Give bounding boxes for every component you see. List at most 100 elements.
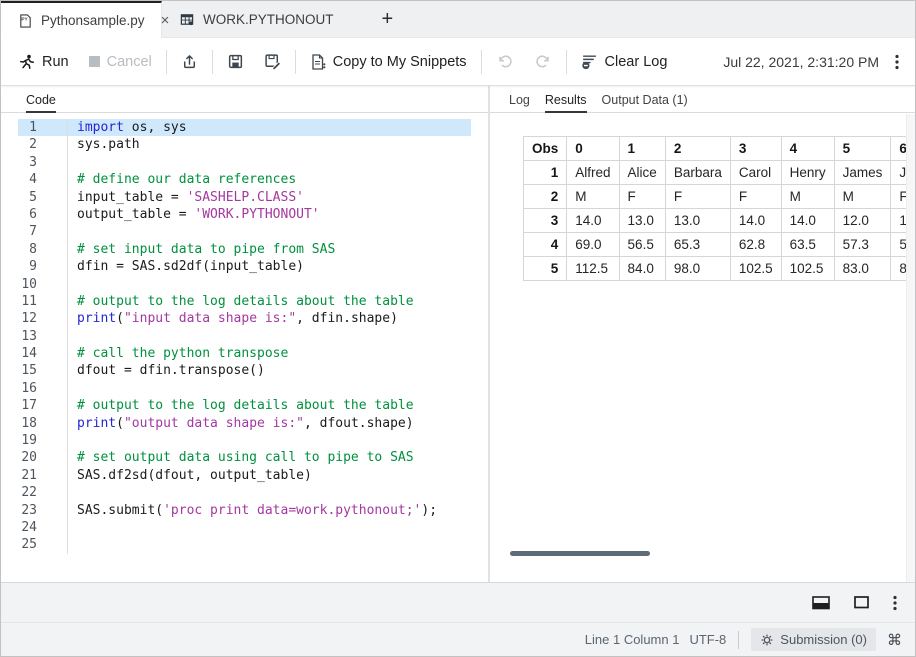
code-line-text: dfin = SAS.sd2df(input_table) xyxy=(67,258,471,275)
new-tab-button[interactable]: + xyxy=(374,1,402,37)
data-cell: F xyxy=(665,185,730,209)
data-cell: 84.0 xyxy=(619,257,665,281)
data-cell: F xyxy=(891,185,906,209)
code-line[interactable]: 22 xyxy=(18,484,471,501)
code-line[interactable]: 7 xyxy=(18,223,471,240)
undo-button[interactable] xyxy=(496,53,514,70)
table-header-row: Obs0123456 xyxy=(524,137,907,161)
line-number: 18 xyxy=(18,415,67,432)
code-panel-tabs: Code xyxy=(1,86,488,113)
code-line[interactable]: 17# output to the log details about the … xyxy=(18,397,471,414)
code-line[interactable]: 23SAS.submit('proc print data=work.pytho… xyxy=(18,502,471,519)
keyboard-shortcuts-icon[interactable]: ⌘ xyxy=(887,631,902,649)
code-panel: Code 1import os, sys2sys.path34# define … xyxy=(1,86,488,582)
code-line[interactable]: 16 xyxy=(18,380,471,397)
code-line[interactable]: 15dfout = dfin.transpose() xyxy=(18,362,471,379)
snippet-icon xyxy=(310,53,326,70)
obs-cell: 5 xyxy=(524,257,567,281)
tab-code[interactable]: Code xyxy=(26,86,56,113)
data-cell: Carol xyxy=(730,161,781,185)
code-line-text: output_table = 'WORK.PYTHONOUT' xyxy=(67,206,471,223)
table-row: 314.013.013.014.014.012.012.0 xyxy=(524,209,907,233)
table-row: 2MFFFMMF xyxy=(524,185,907,209)
code-line[interactable]: 20# set output data using call to pipe t… xyxy=(18,449,471,466)
table-row: 469.056.565.362.863.557.359.8 xyxy=(524,233,907,257)
bottom-menu-button[interactable] xyxy=(893,595,897,611)
redo-button[interactable] xyxy=(534,53,552,70)
horizontal-scrollbar[interactable] xyxy=(510,551,650,556)
code-line[interactable]: 25 xyxy=(18,536,471,553)
table-icon xyxy=(179,12,195,27)
submission-label: Submission (0) xyxy=(780,632,867,647)
code-editor[interactable]: 1import os, sys2sys.path34# define our d… xyxy=(1,113,488,554)
code-line-text xyxy=(67,432,471,449)
code-line[interactable]: 1import os, sys xyxy=(18,119,471,136)
data-cell: 14.0 xyxy=(781,209,834,233)
tab-pythonsample[interactable]: PY Pythonsample.py × xyxy=(1,1,162,38)
save-button[interactable] xyxy=(227,53,244,70)
data-cell: M xyxy=(834,185,891,209)
undo-icon xyxy=(496,53,514,70)
code-line[interactable]: 8# set input data to pipe from SAS xyxy=(18,241,471,258)
data-cell: F xyxy=(730,185,781,209)
code-line-text xyxy=(67,276,471,293)
save-icon xyxy=(227,53,244,70)
data-cell: 13.0 xyxy=(665,209,730,233)
code-line-text: input_table = 'SASHELP.CLASS' xyxy=(67,189,471,206)
code-line[interactable]: 3 xyxy=(18,154,471,171)
code-line[interactable]: 12print("input data shape is:", dfin.sha… xyxy=(18,310,471,327)
code-line[interactable]: 21SAS.df2sd(dfout, output_table) xyxy=(18,467,471,484)
data-cell: 102.5 xyxy=(730,257,781,281)
code-line[interactable]: 6output_table = 'WORK.PYTHONOUT' xyxy=(18,206,471,223)
data-cell: Alfred xyxy=(567,161,619,185)
code-line-text: print("output data shape is:", dfout.sha… xyxy=(67,415,471,432)
vertical-scrollbar-track[interactable] xyxy=(906,114,915,582)
code-line-text: # define our data references xyxy=(67,171,471,188)
obs-cell: 2 xyxy=(524,185,567,209)
tab-output-data-1[interactable]: Output Data (1) xyxy=(602,86,688,112)
tab-workpythonout[interactable]: WORK.PYTHONOUT xyxy=(162,1,348,37)
copy-to-snippets-label: Copy to My Snippets xyxy=(333,54,467,70)
code-line-text xyxy=(67,328,471,345)
tab-results[interactable]: Results xyxy=(545,86,587,113)
code-line[interactable]: 4# define our data references xyxy=(18,171,471,188)
line-number: 1 xyxy=(18,119,67,136)
obs-cell: 1 xyxy=(524,161,567,185)
submit-button[interactable] xyxy=(181,53,198,70)
code-line[interactable]: 9dfin = SAS.sd2df(input_table) xyxy=(18,258,471,275)
submission-button[interactable]: Submission (0) xyxy=(751,628,876,651)
code-line[interactable]: 24 xyxy=(18,519,471,536)
tab-label: WORK.PYTHONOUT xyxy=(203,12,334,27)
code-line[interactable]: 10 xyxy=(18,276,471,293)
code-line[interactable]: 5input_table = 'SASHELP.CLASS' xyxy=(18,189,471,206)
toggle-bottom-panel-icon[interactable] xyxy=(812,596,830,610)
save-as-button[interactable] xyxy=(264,53,281,70)
table-row: 1AlfredAliceBarbaraCarolHenryJamesJane xyxy=(524,161,907,185)
toolbar-menu-button[interactable] xyxy=(895,54,899,70)
maximize-panel-icon[interactable] xyxy=(854,596,869,609)
code-line[interactable]: 2sys.path xyxy=(18,136,471,153)
run-button[interactable]: Run xyxy=(19,54,69,70)
code-line-text xyxy=(67,380,471,397)
line-number: 2 xyxy=(18,136,67,153)
last-run-timestamp: Jul 22, 2021, 2:31:20 PM xyxy=(723,54,879,70)
clear-log-button[interactable]: Clear Log xyxy=(581,53,668,70)
code-line-text: import os, sys xyxy=(67,119,471,136)
obs-cell: 3 xyxy=(524,209,567,233)
cursor-position: Line 1 Column 1 xyxy=(585,632,680,647)
line-number: 22 xyxy=(18,484,67,501)
code-line[interactable]: 11# output to the log details about the … xyxy=(18,293,471,310)
line-number: 23 xyxy=(18,502,67,519)
tab-log[interactable]: Log xyxy=(509,86,530,112)
copy-to-snippets-button[interactable]: Copy to My Snippets xyxy=(310,53,467,70)
data-cell: 69.0 xyxy=(567,233,619,257)
code-line[interactable]: 13 xyxy=(18,328,471,345)
window-controls xyxy=(1,583,915,622)
code-line[interactable]: 19 xyxy=(18,432,471,449)
code-line[interactable]: 14# call the python transpose xyxy=(18,345,471,362)
line-number: 15 xyxy=(18,362,67,379)
line-number: 6 xyxy=(18,206,67,223)
tab-label: Pythonsample.py xyxy=(41,13,145,28)
cancel-button[interactable]: Cancel xyxy=(89,54,152,70)
code-line[interactable]: 18print("output data shape is:", dfout.s… xyxy=(18,415,471,432)
